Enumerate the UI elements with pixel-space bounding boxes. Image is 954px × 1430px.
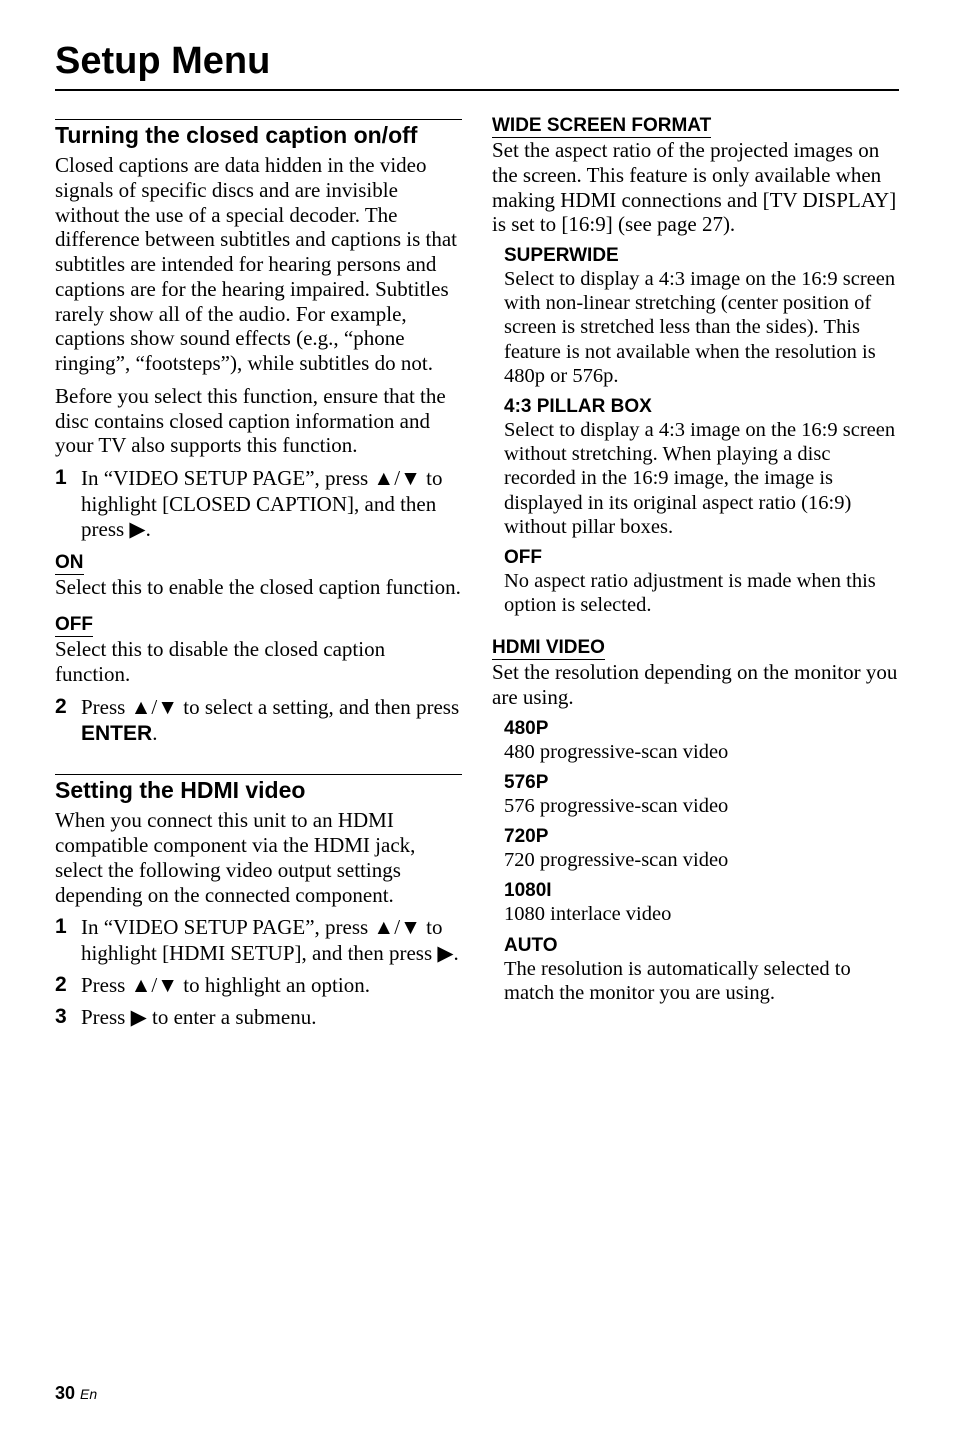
right-icon: ▶ — [131, 1006, 147, 1031]
option-label-off: OFF — [55, 614, 93, 637]
step-1: 1 In “VIDEO SETUP PAGE”, press ▲/▼ to hi… — [55, 466, 462, 542]
step-number: 1 — [55, 915, 71, 967]
step-text: Press ▲/▼ to highlight an option. — [81, 973, 370, 999]
indent-block: 480P 480 progressive-scan video 576P 576… — [504, 718, 899, 1005]
paragraph: Select this to enable the closed caption… — [55, 575, 462, 600]
spacer — [55, 750, 462, 764]
up-icon: ▲ — [373, 916, 394, 941]
step-number: 3 — [55, 1005, 71, 1031]
page-footer: 30 En — [55, 1383, 97, 1404]
text: to enter a submenu. — [147, 1005, 317, 1029]
step-number: 2 — [55, 695, 71, 747]
rule — [55, 119, 462, 120]
page: Setup Menu Turning the closed caption on… — [0, 0, 954, 1430]
step-2: 2 Press ▲/▼ to highlight an option. — [55, 973, 462, 999]
section-title-closed-caption: Turning the closed caption on/off — [55, 122, 462, 149]
text: Press — [81, 695, 131, 719]
section-title-hdmi-video: Setting the HDMI video — [55, 777, 462, 804]
down-icon: ▼ — [157, 974, 178, 999]
option-label-576p: 576P — [504, 772, 899, 794]
text: to select a setting, and then press — [178, 695, 459, 719]
rule — [55, 774, 462, 775]
up-icon: ▲ — [131, 696, 152, 721]
option-label-auto: AUTO — [504, 935, 899, 957]
paragraph: When you connect this unit to an HDMI co… — [55, 808, 462, 907]
paragraph: Select this to disable the closed captio… — [55, 637, 462, 687]
option-label-off: OFF — [504, 547, 899, 569]
step-text: Press ▶ to enter a submenu. — [81, 1005, 316, 1031]
up-icon: ▲ — [373, 467, 394, 492]
step-3: 3 Press ▶ to enter a submenu. — [55, 1005, 462, 1031]
text: In “VIDEO SETUP PAGE”, press — [81, 466, 373, 490]
down-icon: ▼ — [400, 916, 421, 941]
paragraph: Before you select this function, ensure … — [55, 384, 462, 458]
option-label-480p: 480P — [504, 718, 899, 740]
step-number: 2 — [55, 973, 71, 999]
text: . — [146, 517, 151, 541]
step-number: 1 — [55, 466, 71, 542]
text: Press — [81, 1005, 131, 1029]
chapter-title: Setup Menu — [55, 40, 899, 91]
option-label-1080i: 1080I — [504, 880, 899, 902]
heading-hdmi-video: HDMI VIDEO — [492, 637, 605, 660]
paragraph: Select to display a 4:3 image on the 16:… — [504, 418, 899, 539]
text: . — [152, 721, 157, 745]
paragraph: 1080 interlace video — [504, 902, 899, 926]
option-label-on: ON — [55, 552, 84, 575]
step-text: In “VIDEO SETUP PAGE”, press ▲/▼ to high… — [81, 466, 462, 542]
enter-label: ENTER — [81, 722, 152, 745]
step-1: 1 In “VIDEO SETUP PAGE”, press ▲/▼ to hi… — [55, 915, 462, 967]
text: In “VIDEO SETUP PAGE”, press — [81, 915, 373, 939]
paragraph: 576 progressive-scan video — [504, 794, 899, 818]
columns: Turning the closed caption on/off Closed… — [55, 109, 899, 1034]
lang-label: En — [80, 1386, 97, 1402]
paragraph: 480 progressive-scan video — [504, 740, 899, 764]
paragraph: No aspect ratio adjustment is made when … — [504, 569, 899, 617]
paragraph: The resolution is automatically selected… — [504, 957, 899, 1005]
right-icon: ▶ — [437, 942, 453, 967]
step-2: 2 Press ▲/▼ to select a setting, and the… — [55, 695, 462, 747]
heading-wide-screen-format: WIDE SCREEN FORMAT — [492, 115, 711, 138]
step-text: Press ▲/▼ to select a setting, and then … — [81, 695, 462, 747]
paragraph: 720 progressive-scan video — [504, 848, 899, 872]
left-column: Turning the closed caption on/off Closed… — [55, 109, 462, 1034]
right-column: WIDE SCREEN FORMAT Set the aspect ratio … — [492, 109, 899, 1034]
right-icon: ▶ — [129, 518, 145, 543]
paragraph: Set the resolution depending on the moni… — [492, 660, 899, 710]
paragraph: Set the aspect ratio of the projected im… — [492, 138, 899, 237]
option-label-720p: 720P — [504, 826, 899, 848]
step-text: In “VIDEO SETUP PAGE”, press ▲/▼ to high… — [81, 915, 462, 967]
text: Press — [81, 973, 131, 997]
page-number: 30 — [55, 1383, 75, 1403]
option-label-superwide: SUPERWIDE — [504, 245, 899, 267]
down-icon: ▼ — [157, 696, 178, 721]
option-label-pillar-box: 4:3 PILLAR BOX — [504, 396, 899, 418]
paragraph: Select to display a 4:3 image on the 16:… — [504, 267, 899, 388]
paragraph: Closed captions are data hidden in the v… — [55, 153, 462, 376]
down-icon: ▼ — [400, 467, 421, 492]
text: to highlight an option. — [178, 973, 370, 997]
up-icon: ▲ — [131, 974, 152, 999]
text: . — [454, 941, 459, 965]
indent-block: SUPERWIDE Select to display a 4:3 image … — [504, 245, 899, 617]
